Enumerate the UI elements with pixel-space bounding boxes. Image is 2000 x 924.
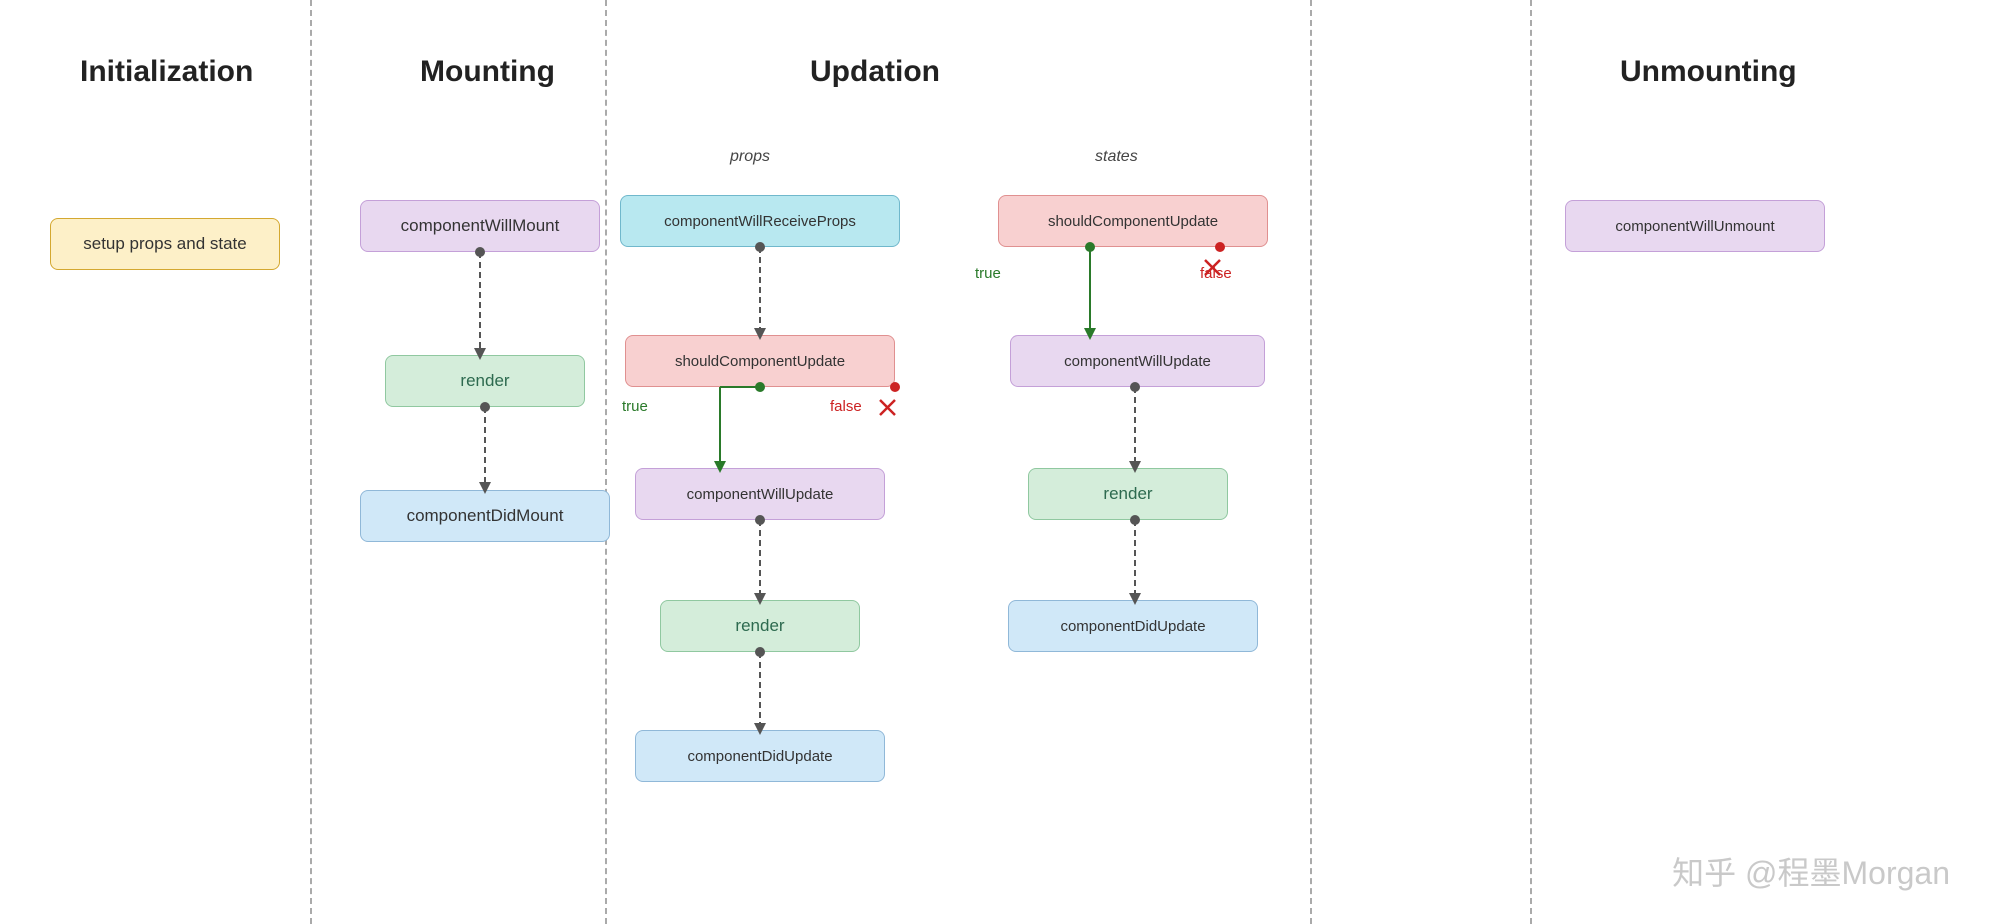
label-false-states: false <box>1200 265 1232 282</box>
title-unmounting: Unmounting <box>1620 55 1797 89</box>
divider-3 <box>1310 0 1312 924</box>
node-componentWillMount: componentWillMount <box>360 200 600 252</box>
node-render-states: render <box>1028 468 1228 520</box>
label-true-states: true <box>975 265 1001 282</box>
title-updation: Updation <box>810 55 940 89</box>
label-false-props: false <box>830 398 862 415</box>
node-render-mount: render <box>385 355 585 407</box>
divider-2 <box>605 0 607 924</box>
node-componentWillUpdate-states: componentWillUpdate <box>1010 335 1265 387</box>
diagram-area: Initialization Mounting Updation Unmount… <box>0 0 2000 924</box>
divider-4 <box>1530 0 1532 924</box>
node-setup-props-state: setup props and state <box>50 218 280 270</box>
node-shouldComponentUpdate-states: shouldComponentUpdate <box>998 195 1268 247</box>
title-initialization: Initialization <box>80 55 253 89</box>
title-mounting: Mounting <box>420 55 555 89</box>
node-componentDidMount: componentDidMount <box>360 490 610 542</box>
node-shouldComponentUpdate-props: shouldComponentUpdate <box>625 335 895 387</box>
label-true-props: true <box>622 398 648 415</box>
node-componentWillUnmount: componentWillUnmount <box>1565 200 1825 252</box>
sub-label-states: states <box>1095 148 1138 166</box>
node-componentDidUpdate-props: componentDidUpdate <box>635 730 885 782</box>
divider-1 <box>310 0 312 924</box>
node-componentWillReceiveProps: componentWillReceiveProps <box>620 195 900 247</box>
node-render-props: render <box>660 600 860 652</box>
watermark: 知乎 @程墨Morgan <box>1672 848 1950 894</box>
sub-label-props: props <box>730 148 770 166</box>
node-componentWillUpdate-props: componentWillUpdate <box>635 468 885 520</box>
node-componentDidUpdate-states: componentDidUpdate <box>1008 600 1258 652</box>
connector-lines <box>0 0 2000 924</box>
